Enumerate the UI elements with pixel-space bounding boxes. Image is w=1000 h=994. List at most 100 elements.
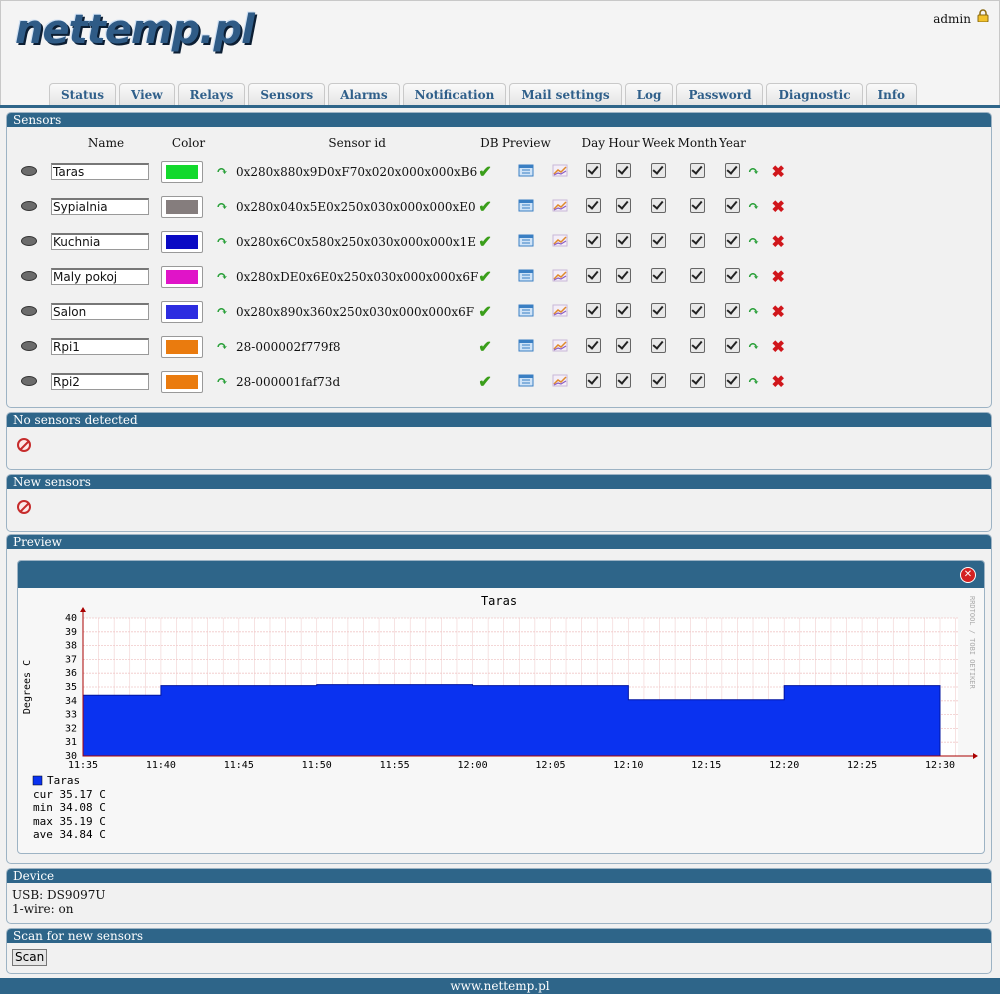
year-checkbox[interactable] [724,197,740,213]
year-checkbox[interactable] [724,372,740,388]
tab-diagnostic[interactable]: Diagnostic [766,83,863,105]
view-icon[interactable] [21,340,37,351]
preview-calendar-icon[interactable] [518,338,534,352]
update-icon[interactable]: ↷ [747,329,771,364]
hour-checkbox[interactable] [616,302,632,318]
preview-calendar-icon[interactable] [518,268,534,282]
month-checkbox[interactable] [689,302,705,318]
month-checkbox[interactable] [689,337,705,353]
graph-icon[interactable] [552,303,568,317]
sensor-name-input[interactable]: Salon [51,303,149,320]
year-checkbox[interactable] [724,337,740,353]
color-picker[interactable] [161,195,203,218]
day-checkbox[interactable] [585,372,601,388]
delete-icon[interactable]: ✖ [771,302,784,321]
lock-icon[interactable] [977,9,989,22]
update-icon[interactable]: ↷ [747,294,771,329]
preview-calendar-icon[interactable] [518,303,534,317]
month-checkbox[interactable] [689,232,705,248]
day-checkbox[interactable] [585,267,601,283]
preview-calendar-icon[interactable] [518,198,534,212]
close-icon[interactable]: ✕ [960,567,976,583]
day-checkbox[interactable] [585,302,601,318]
week-checkbox[interactable] [650,232,666,248]
update-icon[interactable]: ↷ [747,189,771,224]
graph-icon[interactable] [552,163,568,177]
tab-password[interactable]: Password [676,83,764,105]
year-checkbox[interactable] [724,267,740,283]
refresh-icon[interactable]: ↷ [216,189,236,224]
delete-icon[interactable]: ✖ [771,162,784,181]
hour-checkbox[interactable] [616,162,632,178]
sensor-name-input[interactable]: Rpi2 [51,373,149,390]
tab-mail-settings[interactable]: Mail settings [509,83,622,105]
update-icon[interactable]: ↷ [747,154,771,189]
month-checkbox[interactable] [689,267,705,283]
refresh-icon[interactable]: ↷ [216,154,236,189]
view-icon[interactable] [21,235,37,246]
delete-icon[interactable]: ✖ [771,267,784,286]
hour-checkbox[interactable] [616,372,632,388]
week-checkbox[interactable] [650,372,666,388]
year-checkbox[interactable] [724,162,740,178]
year-checkbox[interactable] [724,302,740,318]
view-icon[interactable] [21,270,37,281]
update-icon[interactable]: ↷ [747,259,771,294]
refresh-icon[interactable]: ↷ [216,364,236,399]
tab-log[interactable]: Log [624,83,674,105]
sensor-name-input[interactable]: Kuchnia [51,233,149,250]
delete-icon[interactable]: ✖ [771,197,784,216]
tab-alarms[interactable]: Alarms [328,83,400,105]
sensor-name-input[interactable]: Taras [51,163,149,180]
view-icon[interactable] [21,200,37,211]
update-icon[interactable]: ↷ [747,364,771,399]
delete-icon[interactable]: ✖ [771,337,784,356]
logo[interactable]: nettemp.pl [15,7,255,53]
graph-icon[interactable] [552,338,568,352]
graph-icon[interactable] [552,268,568,282]
sensor-name-input[interactable]: Maly pokoj [51,268,149,285]
year-checkbox[interactable] [724,232,740,248]
refresh-icon[interactable]: ↷ [216,329,236,364]
color-picker[interactable] [161,230,203,253]
delete-icon[interactable]: ✖ [771,372,784,391]
tab-notification[interactable]: Notification [402,83,507,105]
week-checkbox[interactable] [650,337,666,353]
color-picker[interactable] [161,265,203,288]
sensor-name-input[interactable]: Sypialnia [51,198,149,215]
graph-icon[interactable] [552,198,568,212]
color-picker[interactable] [161,370,203,393]
month-checkbox[interactable] [689,372,705,388]
hour-checkbox[interactable] [616,232,632,248]
preview-calendar-icon[interactable] [518,233,534,247]
view-icon[interactable] [21,165,37,176]
hour-checkbox[interactable] [616,267,632,283]
day-checkbox[interactable] [585,197,601,213]
week-checkbox[interactable] [650,197,666,213]
delete-icon[interactable]: ✖ [771,232,784,251]
refresh-icon[interactable]: ↷ [216,224,236,259]
sensor-name-input[interactable]: Rpi1 [51,338,149,355]
day-checkbox[interactable] [585,162,601,178]
footer[interactable]: www.nettemp.pl [0,978,1000,994]
day-checkbox[interactable] [585,232,601,248]
refresh-icon[interactable]: ↷ [216,259,236,294]
color-picker[interactable] [161,300,203,323]
tab-view[interactable]: View [119,83,175,105]
month-checkbox[interactable] [689,197,705,213]
week-checkbox[interactable] [650,302,666,318]
tab-relays[interactable]: Relays [177,83,246,105]
month-checkbox[interactable] [689,162,705,178]
refresh-icon[interactable]: ↷ [216,294,236,329]
view-icon[interactable] [21,375,37,386]
scan-button[interactable]: Scan [12,949,48,966]
graph-icon[interactable] [552,233,568,247]
week-checkbox[interactable] [650,162,666,178]
hour-checkbox[interactable] [616,197,632,213]
tab-info[interactable]: Info [865,83,918,105]
view-icon[interactable] [21,305,37,316]
hour-checkbox[interactable] [616,337,632,353]
color-picker[interactable] [161,160,203,183]
preview-calendar-icon[interactable] [518,163,534,177]
week-checkbox[interactable] [650,267,666,283]
